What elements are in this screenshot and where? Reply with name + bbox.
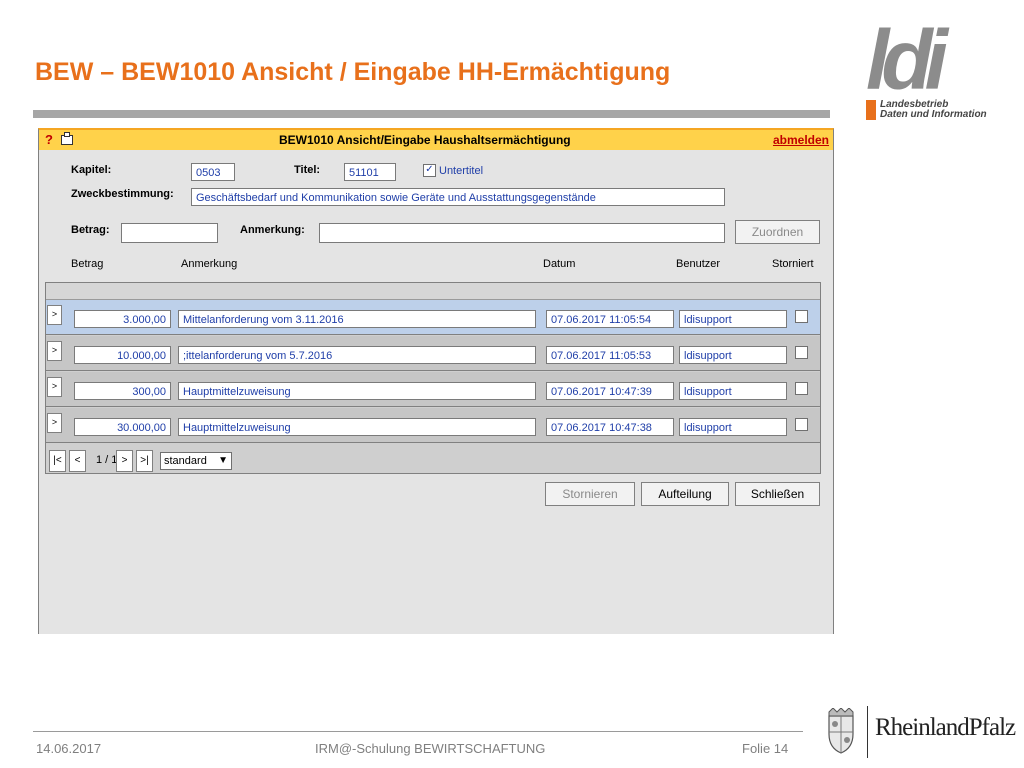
row-anmerkung[interactable]: Hauptmittelzuweisung (178, 418, 536, 436)
row-open-button[interactable]: > (47, 305, 62, 325)
row-datum: 07.06.2017 11:05:54 (546, 310, 674, 328)
table-row[interactable]: > 10.000,00 ;ittelanforderung vom 5.7.20… (46, 336, 820, 371)
app-title-bar: ? BEW1010 Ansicht/Eingabe Haushaltsermäc… (39, 130, 833, 150)
coat-of-arms-icon (828, 708, 854, 754)
table-header-strip (46, 283, 820, 300)
zweckbestimmung-field[interactable]: Geschäftsbedarf und Kommunikation sowie … (191, 188, 725, 206)
untertitel-checkbox[interactable]: ✓ (423, 164, 436, 177)
row-benutzer: ldisupport (679, 310, 787, 328)
view-select-value: standard (164, 455, 207, 467)
col-anmerkung: Anmerkung (181, 258, 238, 270)
app-window: ? BEW1010 Ansicht/Eingabe Haushaltsermäc… (38, 128, 834, 634)
prev-page-button[interactable]: < (69, 450, 86, 472)
rlp-logo-separator (867, 706, 868, 758)
row-storniert-checkbox[interactable] (795, 382, 808, 395)
betrag-label: Betrag: (71, 224, 110, 236)
row-betrag[interactable]: 10.000,00 (74, 346, 171, 364)
kapitel-field[interactable]: 0503 (191, 163, 235, 181)
printer-icon[interactable] (61, 132, 73, 145)
table-row[interactable]: > 30.000,00 Hauptmittelzuweisung 07.06.2… (46, 408, 820, 443)
row-benutzer: ldisupport (679, 346, 787, 364)
stornieren-button[interactable]: Stornieren (545, 482, 635, 506)
row-betrag[interactable]: 30.000,00 (74, 418, 171, 436)
betrag-input[interactable] (121, 223, 218, 243)
rlp-wordmark: RheinlandPfalz (875, 714, 1016, 741)
row-anmerkung[interactable]: Hauptmittelzuweisung (178, 382, 536, 400)
row-datum: 07.06.2017 10:47:39 (546, 382, 674, 400)
row-benutzer: ldisupport (679, 418, 787, 436)
slide-title: BEW – BEW1010 Ansicht / Eingabe HH-Ermäc… (35, 58, 671, 86)
row-benutzer: ldisupport (679, 382, 787, 400)
row-open-button[interactable]: > (47, 377, 62, 397)
anmerkung-label: Anmerkung: (240, 224, 305, 236)
row-anmerkung[interactable]: Mittelanforderung vom 3.11.2016 (178, 310, 536, 328)
records-table: > 3.000,00 Mittelanforderung vom 3.11.20… (45, 282, 821, 474)
footer-page-number: Folie 14 (742, 741, 789, 756)
kapitel-label: Kapitel: (71, 164, 112, 176)
col-storniert: Storniert (772, 258, 814, 270)
row-betrag[interactable]: 3.000,00 (74, 310, 171, 328)
titel-field[interactable]: 51101 (344, 163, 396, 181)
help-icon[interactable]: ? (45, 132, 53, 147)
zuordnen-button[interactable]: Zuordnen (735, 220, 820, 244)
view-select[interactable]: standard ▼ (160, 452, 232, 470)
ldi-logo-line2: Daten und Information (880, 109, 987, 120)
schliessen-button[interactable]: Schließen (735, 482, 820, 506)
untertitel-label: Untertitel (439, 165, 484, 177)
ldi-logo-bar (866, 100, 876, 120)
footer-date: 14.06.2017 (36, 741, 102, 756)
row-datum: 07.06.2017 10:47:38 (546, 418, 674, 436)
table-row[interactable]: > 3.000,00 Mittelanforderung vom 3.11.20… (46, 300, 820, 335)
aufteilung-button[interactable]: Aufteilung (641, 482, 729, 506)
footer-course: IRM@-Schulung BEWIRTSCHAFTUNG (315, 741, 546, 756)
ldi-logo: ldi Landesbetrieb Daten und Information (866, 13, 1006, 120)
row-storniert-checkbox[interactable] (795, 346, 808, 359)
chevron-down-icon: ▼ (218, 455, 228, 466)
row-betrag[interactable]: 300,00 (74, 382, 171, 400)
title-divider (33, 110, 830, 118)
app-title: BEW1010 Ansicht/Eingabe Haushaltsermächt… (279, 133, 571, 147)
row-anmerkung[interactable]: ;ittelanforderung vom 5.7.2016 (178, 346, 536, 364)
anmerkung-input[interactable] (319, 223, 725, 243)
footer-divider (33, 731, 803, 732)
row-storniert-checkbox[interactable] (795, 418, 808, 431)
next-page-button[interactable]: > (116, 450, 133, 472)
rlp-logo: RheinlandPfalz (823, 706, 1016, 758)
titel-label: Titel: (294, 164, 321, 176)
col-datum: Datum (543, 258, 576, 270)
col-benutzer: Benutzer (676, 258, 721, 270)
page-indicator: 1 / 1 (96, 454, 118, 466)
row-storniert-checkbox[interactable] (795, 310, 808, 323)
row-datum: 07.06.2017 11:05:53 (546, 346, 674, 364)
zweck-label: Zweckbestimmung: (71, 188, 174, 200)
ldi-logo-mark: ldi (866, 13, 948, 107)
table-row[interactable]: > 300,00 Hauptmittelzuweisung 07.06.2017… (46, 372, 820, 407)
first-page-button[interactable]: |< (49, 450, 66, 472)
last-page-button[interactable]: >| (136, 450, 153, 472)
row-open-button[interactable]: > (47, 413, 62, 433)
logout-link[interactable]: abmelden (773, 133, 829, 147)
col-betrag: Betrag (71, 258, 104, 270)
row-open-button[interactable]: > (47, 341, 62, 361)
